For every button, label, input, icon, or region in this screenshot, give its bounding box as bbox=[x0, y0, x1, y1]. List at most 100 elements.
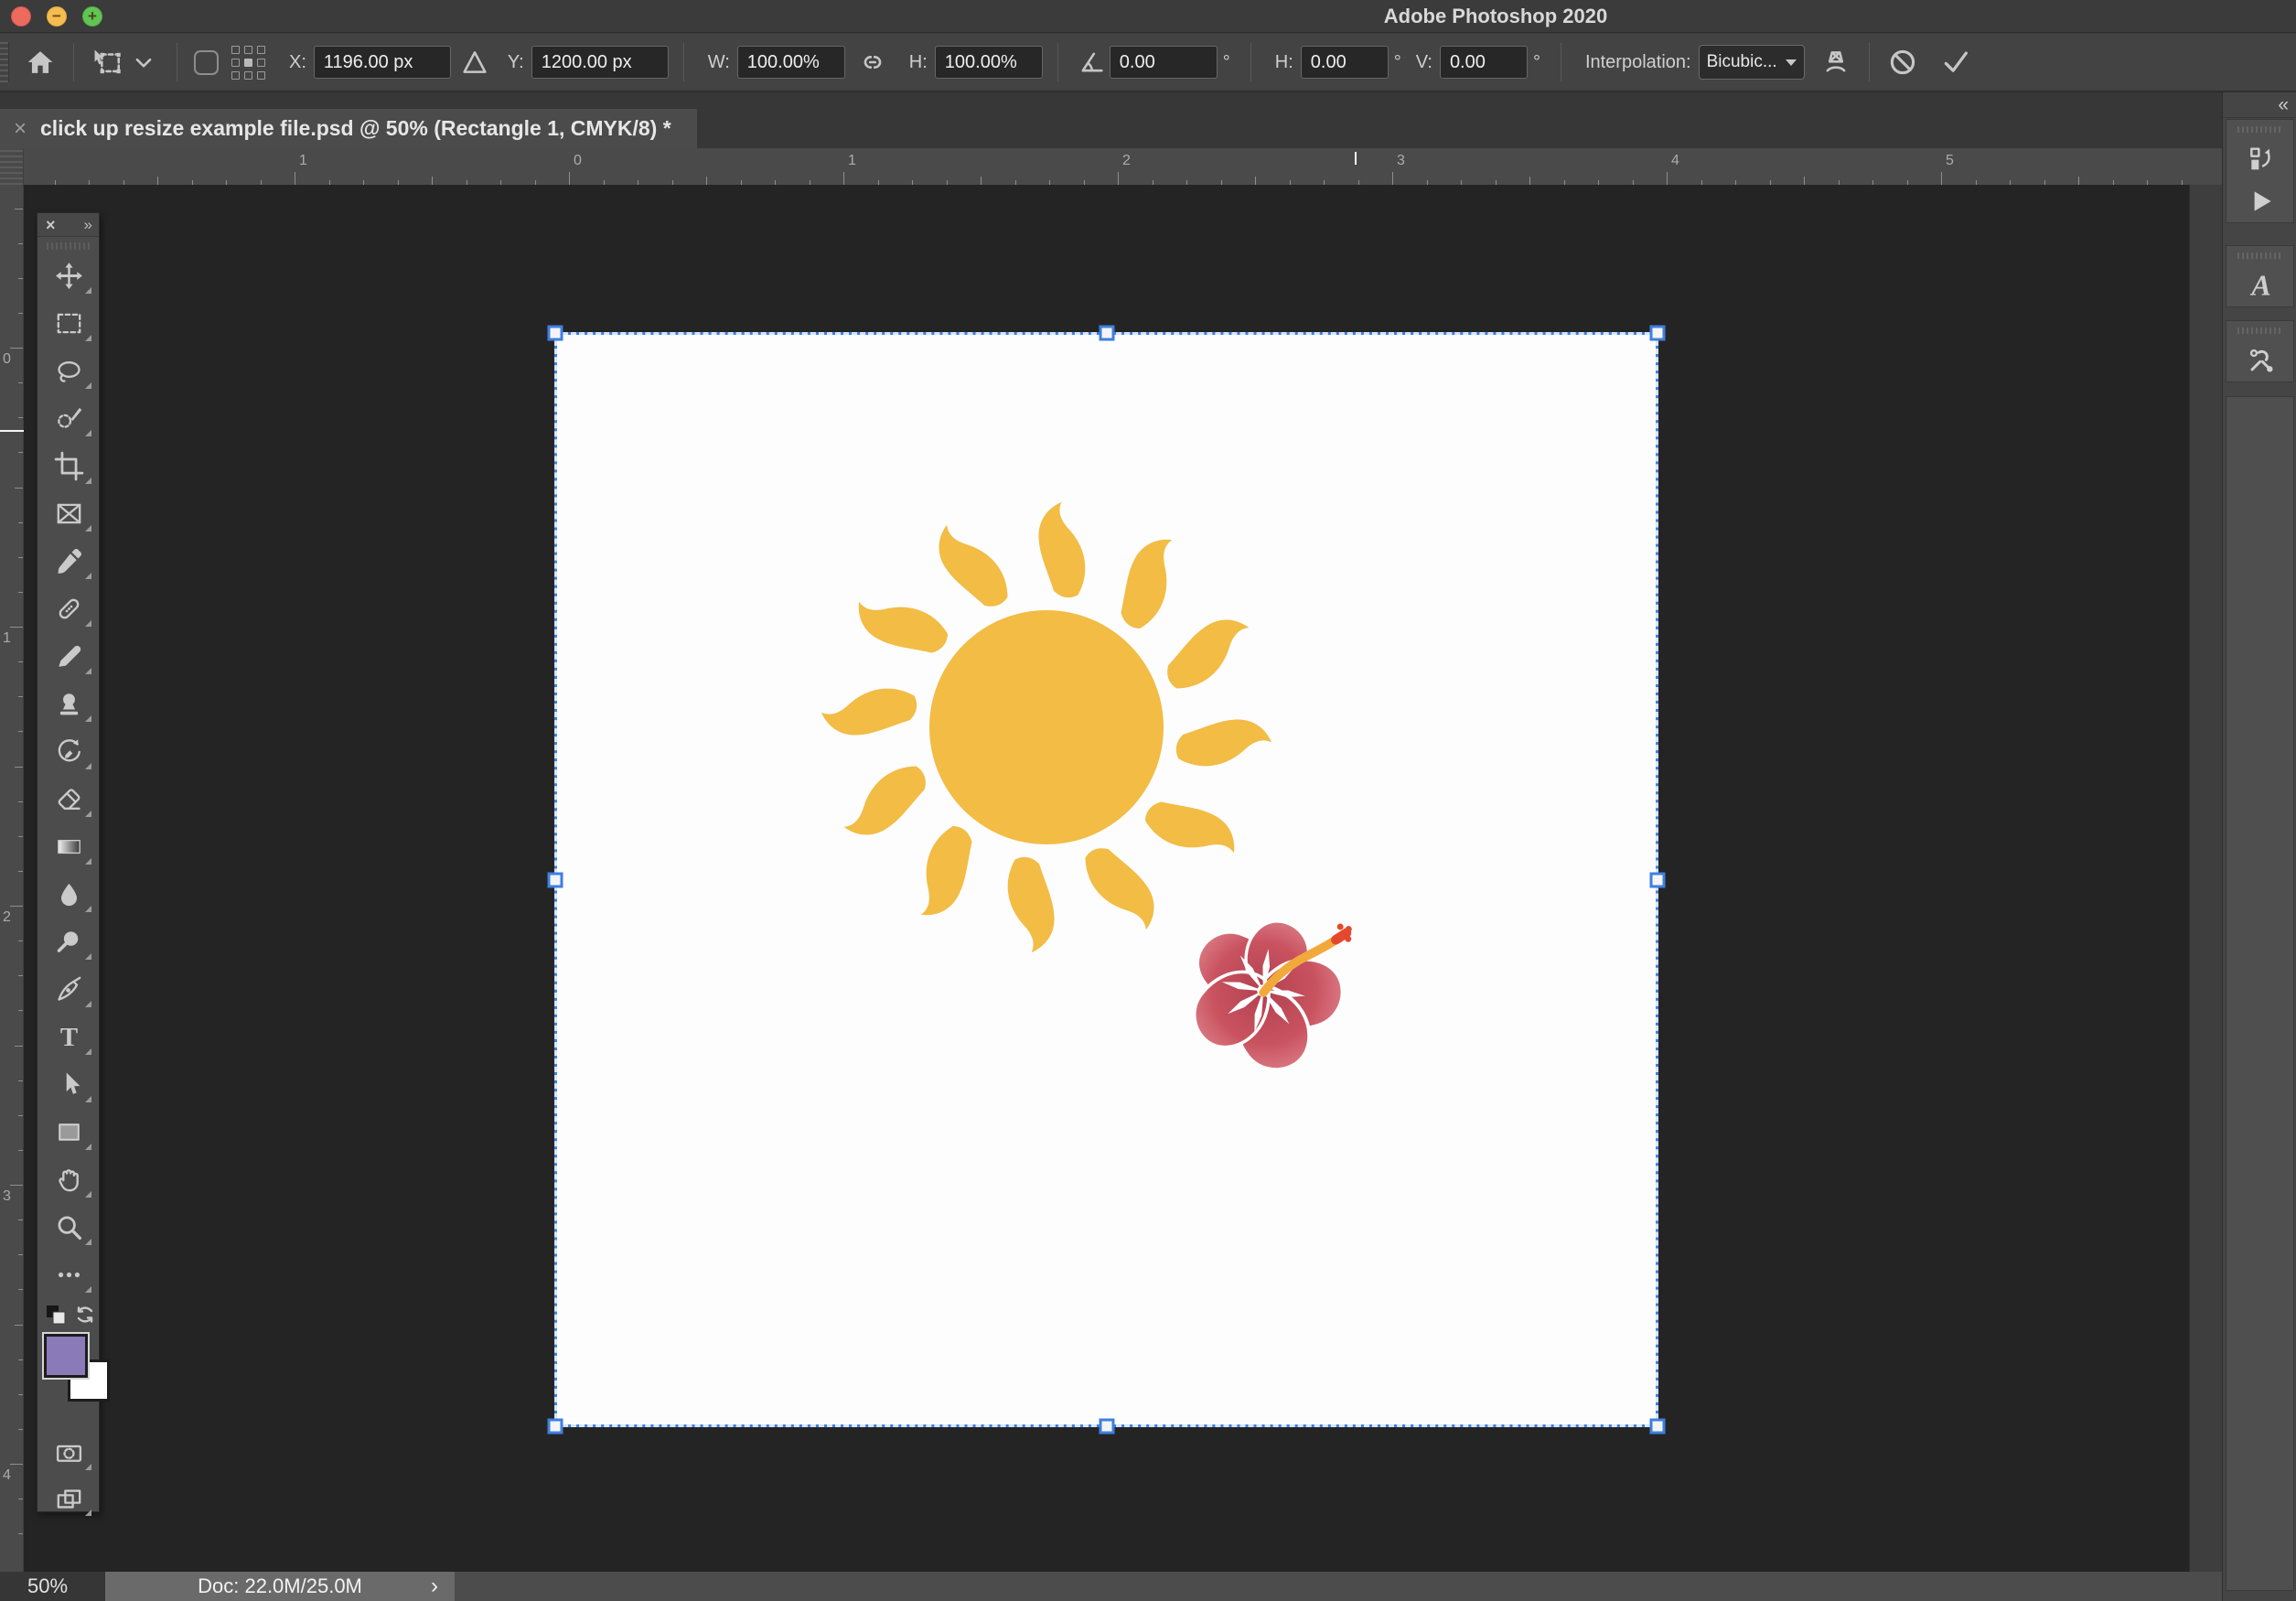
horizontal-ruler[interactable]: 1 0 1 2 3 4 5 bbox=[0, 148, 2222, 185]
dock-group-grip[interactable] bbox=[2237, 250, 2282, 261]
actions-panel-button[interactable] bbox=[2226, 180, 2295, 222]
tool-blur[interactable] bbox=[38, 873, 101, 920]
cancel-transform-icon[interactable] bbox=[1884, 44, 1921, 81]
angle-icon bbox=[1073, 44, 1110, 81]
tool-type[interactable]: T bbox=[38, 1015, 101, 1063]
glyphs-panel-button[interactable]: A bbox=[2226, 264, 2295, 306]
minimize-window-button[interactable]: − bbox=[47, 6, 67, 27]
toolbox-panel-button[interactable] bbox=[2226, 339, 2295, 381]
rotate-input[interactable] bbox=[1109, 46, 1218, 79]
history-panel-button[interactable] bbox=[2226, 138, 2295, 180]
zoom-level-field[interactable]: 50% bbox=[0, 1572, 105, 1601]
zoom-window-button[interactable]: + bbox=[82, 6, 102, 27]
expand-tools-panel-icon[interactable]: » bbox=[84, 217, 93, 232]
delta-icon[interactable] bbox=[456, 44, 493, 81]
transform-handle-middle-left[interactable] bbox=[547, 872, 563, 887]
ruler-label: 0 bbox=[3, 351, 11, 367]
ruler-tick bbox=[10, 1185, 23, 1186]
tool-crop[interactable] bbox=[38, 445, 101, 492]
tool-eyedropper[interactable] bbox=[38, 540, 101, 587]
x-position-input[interactable] bbox=[313, 46, 451, 79]
dock-empty-panel bbox=[2226, 396, 2294, 1591]
vertical-ruler[interactable]: 0 1 2 3 4 bbox=[0, 185, 24, 1572]
transform-handle-top-left[interactable] bbox=[547, 325, 563, 341]
ruler-tick bbox=[17, 277, 23, 279]
transform-handle-bottom-center[interactable] bbox=[1099, 1418, 1114, 1434]
link-dimensions-icon[interactable] bbox=[854, 44, 891, 81]
eyedropper-icon bbox=[54, 546, 84, 581]
height-input[interactable] bbox=[934, 46, 1043, 79]
width-input[interactable] bbox=[736, 46, 845, 79]
tool-healing-brush[interactable] bbox=[38, 587, 101, 635]
interpolation-select[interactable]: Bicubic... bbox=[1698, 45, 1805, 80]
tool-pen[interactable] bbox=[38, 968, 101, 1015]
tool-path-selection[interactable] bbox=[38, 1063, 101, 1111]
ruler-label: 3 bbox=[1397, 153, 1405, 168]
close-window-button[interactable] bbox=[11, 6, 31, 27]
chevron-down-icon[interactable] bbox=[125, 44, 162, 81]
tool-clone-stamp[interactable] bbox=[38, 682, 101, 730]
eraser-icon bbox=[54, 784, 84, 819]
tool-eraser[interactable] bbox=[38, 778, 101, 825]
dock-group-grip[interactable] bbox=[2237, 124, 2282, 134]
tool-rectangular-marquee[interactable] bbox=[38, 302, 101, 349]
reference-point-checkbox[interactable] bbox=[194, 49, 219, 75]
svg-text:A: A bbox=[2249, 271, 2270, 300]
document-tab[interactable]: × click up resize example file.psd @ 50%… bbox=[0, 109, 697, 148]
home-icon[interactable] bbox=[22, 44, 59, 81]
transform-handle-bottom-left[interactable] bbox=[547, 1418, 563, 1434]
tool-object-selection[interactable] bbox=[38, 397, 101, 445]
tool-screen-mode[interactable] bbox=[38, 1478, 101, 1524]
frame-icon bbox=[54, 499, 84, 533]
tool-brush[interactable] bbox=[38, 635, 101, 682]
document-size-status[interactable]: Doc: 22.0M/25.0M › bbox=[105, 1572, 455, 1601]
close-tools-panel-icon[interactable]: × bbox=[46, 217, 56, 233]
foreground-color-swatch[interactable] bbox=[44, 1334, 88, 1378]
tool-lasso[interactable] bbox=[38, 349, 101, 397]
y-position-input[interactable] bbox=[531, 46, 669, 79]
tool-rectangle[interactable] bbox=[38, 1111, 101, 1158]
transform-handle-bottom-right[interactable] bbox=[1649, 1418, 1666, 1434]
ruler-label: 2 bbox=[3, 909, 11, 925]
commit-transform-icon[interactable] bbox=[1937, 44, 1974, 81]
tool-gradient[interactable] bbox=[38, 825, 101, 873]
ruler-tick bbox=[10, 906, 23, 907]
ruler-label: 4 bbox=[1671, 153, 1679, 168]
transform-handle-top-center[interactable] bbox=[1099, 325, 1114, 341]
canvas-area[interactable] bbox=[24, 185, 2189, 1572]
tool-frame[interactable] bbox=[38, 492, 101, 540]
tool-dodge[interactable] bbox=[38, 920, 101, 968]
ruler-tick bbox=[569, 172, 570, 185]
tool-hand[interactable] bbox=[38, 1158, 101, 1206]
tool-history-brush[interactable] bbox=[38, 730, 101, 778]
dock-group-grip[interactable] bbox=[2237, 325, 2282, 336]
transform-handle-top-right[interactable] bbox=[1649, 325, 1666, 341]
v-skew-label: V: bbox=[1415, 51, 1432, 72]
tools-panel-grip[interactable] bbox=[47, 240, 90, 252]
pen-icon bbox=[54, 974, 84, 1009]
vertical-scrollbar-track[interactable] bbox=[2189, 185, 2222, 1572]
warp-mode-icon[interactable] bbox=[1818, 44, 1854, 81]
close-tab-icon[interactable]: × bbox=[0, 116, 40, 142]
v-skew-input[interactable] bbox=[1439, 46, 1528, 79]
tool-ellipsis[interactable] bbox=[38, 1253, 101, 1301]
document-canvas[interactable] bbox=[547, 325, 1666, 1434]
h-skew-input[interactable] bbox=[1300, 46, 1389, 79]
reference-point-locator[interactable] bbox=[231, 45, 265, 80]
options-bar-grip[interactable] bbox=[0, 42, 9, 82]
transform-handle-middle-right[interactable] bbox=[1649, 872, 1666, 887]
tool-quick-mask[interactable] bbox=[38, 1433, 101, 1478]
ruler-tick bbox=[15, 487, 23, 489]
titlebar: − + Adobe Photoshop 2020 bbox=[0, 0, 2296, 33]
transform-tool-icon[interactable] bbox=[89, 44, 125, 81]
status-chevron-icon[interactable]: › bbox=[431, 1574, 438, 1599]
ruler-tick bbox=[1804, 177, 1805, 185]
divider bbox=[73, 43, 74, 81]
default-swap-colors[interactable] bbox=[38, 1301, 99, 1332]
tool-move[interactable] bbox=[38, 254, 101, 302]
ruler-tick bbox=[17, 870, 23, 872]
h-skew-label: H: bbox=[1274, 51, 1293, 72]
toolbox-panel-icon bbox=[2249, 349, 2273, 372]
collapse-dock-icon[interactable]: « bbox=[2223, 92, 2296, 118]
tool-zoom[interactable] bbox=[38, 1206, 101, 1253]
